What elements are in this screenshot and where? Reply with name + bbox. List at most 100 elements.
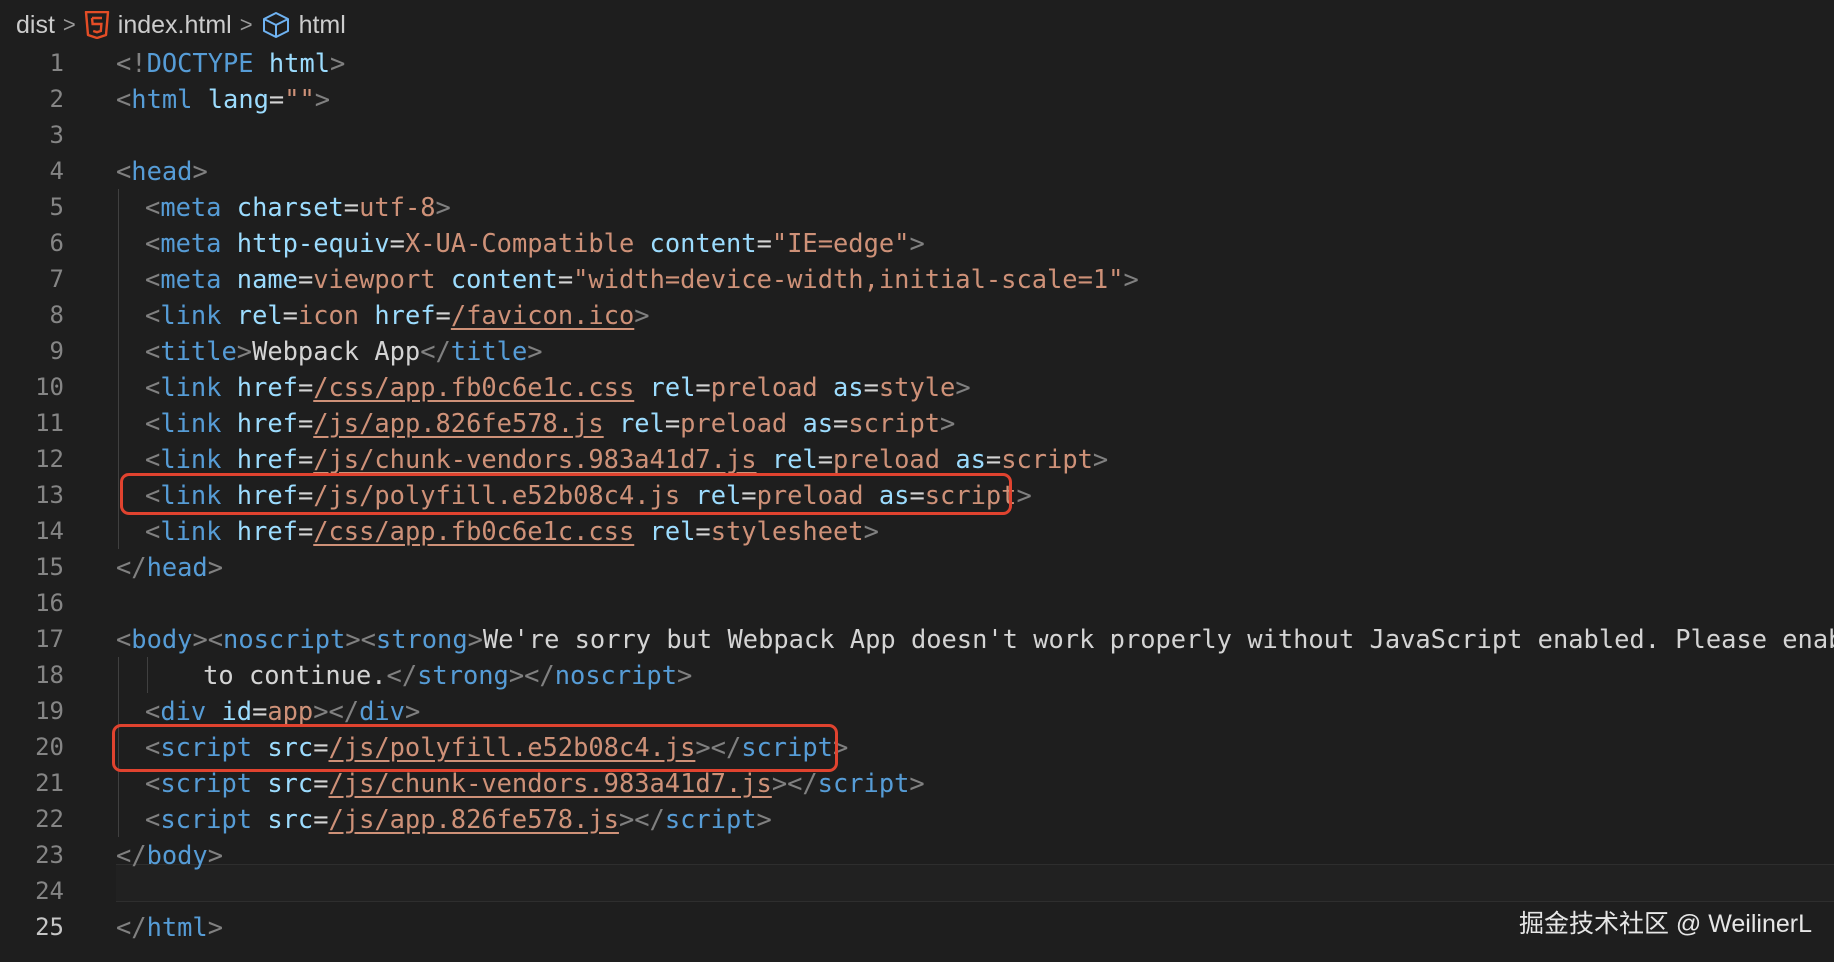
code-line[interactable]: 23 </body> xyxy=(0,837,1834,873)
code-token[interactable]: /favicon.ico xyxy=(451,300,634,330)
code-token: link xyxy=(160,516,222,546)
code-token: = xyxy=(557,264,574,294)
code-line[interactable]: 5 <meta charset=utf-8> xyxy=(0,189,1834,225)
code-line[interactable]: 12 <link href=/js/chunk-vendors.983a41d7.… xyxy=(0,441,1834,477)
code-token: app xyxy=(267,696,314,726)
code-text: </html> xyxy=(116,909,223,945)
code-token: title xyxy=(450,336,528,366)
code-token: < xyxy=(145,804,161,834)
code-token[interactable]: /js/chunk-vendors.983a41d7.js xyxy=(313,444,756,474)
code-text: <head> xyxy=(116,153,208,189)
code-token: > xyxy=(527,336,543,366)
code-token: href xyxy=(236,444,298,474)
code-line[interactable]: 18 to continue.</strong></noscript> xyxy=(0,657,1834,693)
code-token: rel xyxy=(771,444,818,474)
code-token: noscript xyxy=(223,624,346,654)
code-line[interactable]: 9 <title>Webpack App</title> xyxy=(0,333,1834,369)
code-token: < xyxy=(145,228,161,258)
code-token: style xyxy=(878,372,956,402)
code-text: <title>Webpack App</title> xyxy=(145,333,543,369)
line-number: 3 xyxy=(49,121,64,149)
indent-guide xyxy=(118,801,119,837)
breadcrumb-separator: > xyxy=(62,12,76,37)
breadcrumb: dist > index.html > html xyxy=(16,8,346,42)
code-token: rel xyxy=(649,516,696,546)
code-token: > xyxy=(207,552,224,582)
code-token: as xyxy=(833,372,864,402)
code-token: = xyxy=(297,264,314,294)
code-token: > xyxy=(192,156,208,186)
code-token: preload xyxy=(710,372,818,402)
code-token: meta xyxy=(160,192,222,222)
code-token: < xyxy=(145,696,161,726)
code-line[interactable]: 14 <link href=/css/app.fb0c6e1c.css rel=s… xyxy=(0,513,1834,549)
code-line[interactable]: 1 <!DOCTYPE html> xyxy=(0,45,1834,81)
code-token[interactable]: /css/app.fb0c6e1c.css xyxy=(313,372,634,402)
code-token: < xyxy=(145,516,161,546)
breadcrumb-symbol[interactable]: html xyxy=(299,11,346,40)
code-line[interactable]: 4 <head> xyxy=(0,153,1834,189)
code-line[interactable]: 7 <meta name=viewport content="width=devi… xyxy=(0,261,1834,297)
code-token: html xyxy=(131,84,193,114)
code-token: charset xyxy=(236,192,344,222)
code-token: > xyxy=(1092,444,1109,474)
code-token: <! xyxy=(116,48,147,78)
code-line[interactable]: 15 </head> xyxy=(0,549,1834,585)
code-line[interactable]: 22 <script src=/js/app.826fe578.js></scri… xyxy=(0,801,1834,837)
line-number: 24 xyxy=(35,877,64,905)
code-text: <!DOCTYPE html> xyxy=(116,45,345,81)
code-token: = xyxy=(389,228,405,258)
code-token: = xyxy=(297,516,314,546)
line-number: 9 xyxy=(49,337,64,365)
code-token: > xyxy=(634,300,650,330)
code-line[interactable]: 10 <link href=/css/app.fb0c6e1c.css rel=p… xyxy=(0,369,1834,405)
code-text: <meta name=viewport content="width=devic… xyxy=(145,261,1139,297)
line-number: 19 xyxy=(35,697,64,725)
code-line[interactable]: 16 xyxy=(0,585,1834,621)
code-token: = xyxy=(756,228,772,258)
code-line[interactable]: 2 <html lang=""> xyxy=(0,81,1834,117)
indent-guide xyxy=(118,189,119,225)
code-line[interactable]: 17 <body><noscript><strong>We're sorry bu… xyxy=(0,621,1834,657)
code-token[interactable]: /css/app.fb0c6e1c.css xyxy=(313,516,634,546)
code-token: = xyxy=(252,696,268,726)
line-number: 20 xyxy=(35,733,64,761)
code-token: > xyxy=(909,768,925,798)
code-line[interactable]: 3 xyxy=(0,117,1834,153)
code-line[interactable]: 11 <link href=/js/app.826fe578.js rel=pre… xyxy=(0,405,1834,441)
code-token: to continue. xyxy=(203,660,387,690)
code-token: href xyxy=(236,516,298,546)
code-token: = xyxy=(297,444,314,474)
code-token: utf-8 xyxy=(359,192,436,222)
indent-guide xyxy=(147,657,149,693)
code-token: > xyxy=(314,84,331,114)
code-text: <link href=/js/app.826fe578.js rel=prelo… xyxy=(145,405,955,441)
code-token: meta xyxy=(160,228,222,258)
code-line[interactable]: 8 <link rel=icon href=/favicon.ico> xyxy=(0,297,1834,333)
code-line[interactable]: 6 <meta http-equiv=X-UA-Compatible conten… xyxy=(0,225,1834,261)
line-number: 11 xyxy=(35,409,64,437)
code-token: > xyxy=(677,660,693,690)
line-number: 5 xyxy=(49,193,64,221)
indent-guide xyxy=(118,657,119,693)
line-number: 16 xyxy=(35,589,64,617)
code-token: strong xyxy=(417,660,509,690)
code-token: stylesheet xyxy=(710,516,864,546)
code-token: = xyxy=(268,84,285,114)
code-token: viewport xyxy=(313,264,436,294)
code-token[interactable]: /js/app.826fe578.js xyxy=(313,408,603,438)
code-token[interactable]: /js/chunk-vendors.983a41d7.js xyxy=(329,768,772,798)
code-token[interactable]: /js/app.826fe578.js xyxy=(329,804,619,834)
breadcrumb-file[interactable]: index.html xyxy=(118,11,232,40)
code-token: noscript xyxy=(554,660,677,690)
code-token: = xyxy=(282,300,298,330)
line-number: 1 xyxy=(49,49,64,77)
highlight-box-line-20 xyxy=(112,724,838,772)
breadcrumb-folder[interactable]: dist xyxy=(16,11,55,40)
code-token: meta xyxy=(160,264,222,294)
